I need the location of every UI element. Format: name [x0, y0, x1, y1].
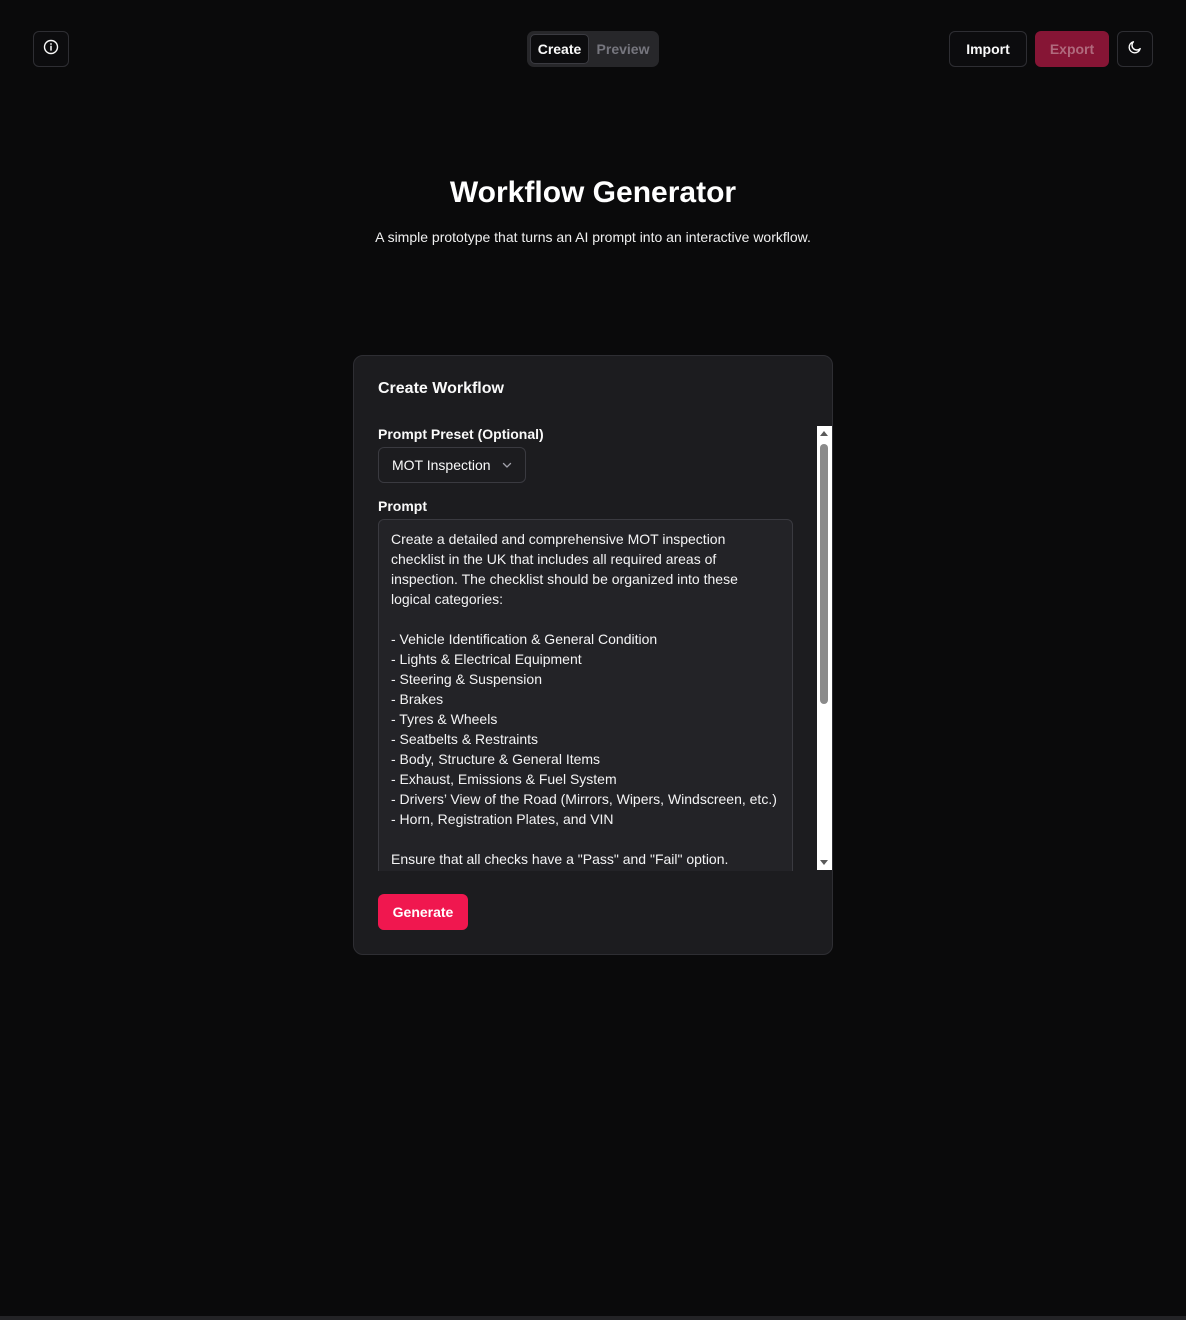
- prompt-textarea[interactable]: Create a detailed and comprehensive MOT …: [378, 519, 793, 871]
- info-button[interactable]: [33, 31, 69, 67]
- prompt-preset-label: Prompt Preset (Optional): [378, 426, 544, 442]
- tab-create[interactable]: Create: [530, 34, 589, 64]
- mode-tabs: Create Preview: [527, 31, 659, 67]
- page-subtitle: A simple prototype that turns an AI prom…: [375, 229, 811, 245]
- app-root: Create Preview Import Export Workflow Ge…: [0, 0, 1186, 1320]
- scroll-up-arrow-icon[interactable]: [820, 431, 828, 436]
- card-title: Create Workflow: [378, 380, 504, 397]
- theme-toggle-button[interactable]: [1117, 31, 1153, 67]
- moon-icon: [1127, 39, 1143, 60]
- tab-preview[interactable]: Preview: [591, 34, 655, 64]
- prompt-preset-select[interactable]: MOT Inspection: [378, 447, 526, 483]
- prompt-preset-value: MOT Inspection: [392, 457, 491, 473]
- export-button[interactable]: Export: [1035, 31, 1109, 67]
- page-title: Workflow Generator: [449, 176, 737, 209]
- form-scrollbar[interactable]: [817, 426, 832, 870]
- bottom-divider: [0, 1316, 1186, 1320]
- chevron-down-icon: [501, 459, 513, 471]
- import-button[interactable]: Import: [949, 31, 1027, 67]
- form-scroll-area: Prompt Preset (Optional) MOT Inspection …: [378, 426, 833, 871]
- generate-button[interactable]: Generate: [378, 894, 468, 930]
- info-icon: [43, 39, 59, 60]
- create-workflow-card: Create Workflow Prompt Preset (Optional)…: [353, 355, 833, 955]
- scroll-down-arrow-icon[interactable]: [820, 860, 828, 865]
- prompt-label: Prompt: [378, 498, 427, 514]
- scrollbar-thumb[interactable]: [820, 444, 828, 704]
